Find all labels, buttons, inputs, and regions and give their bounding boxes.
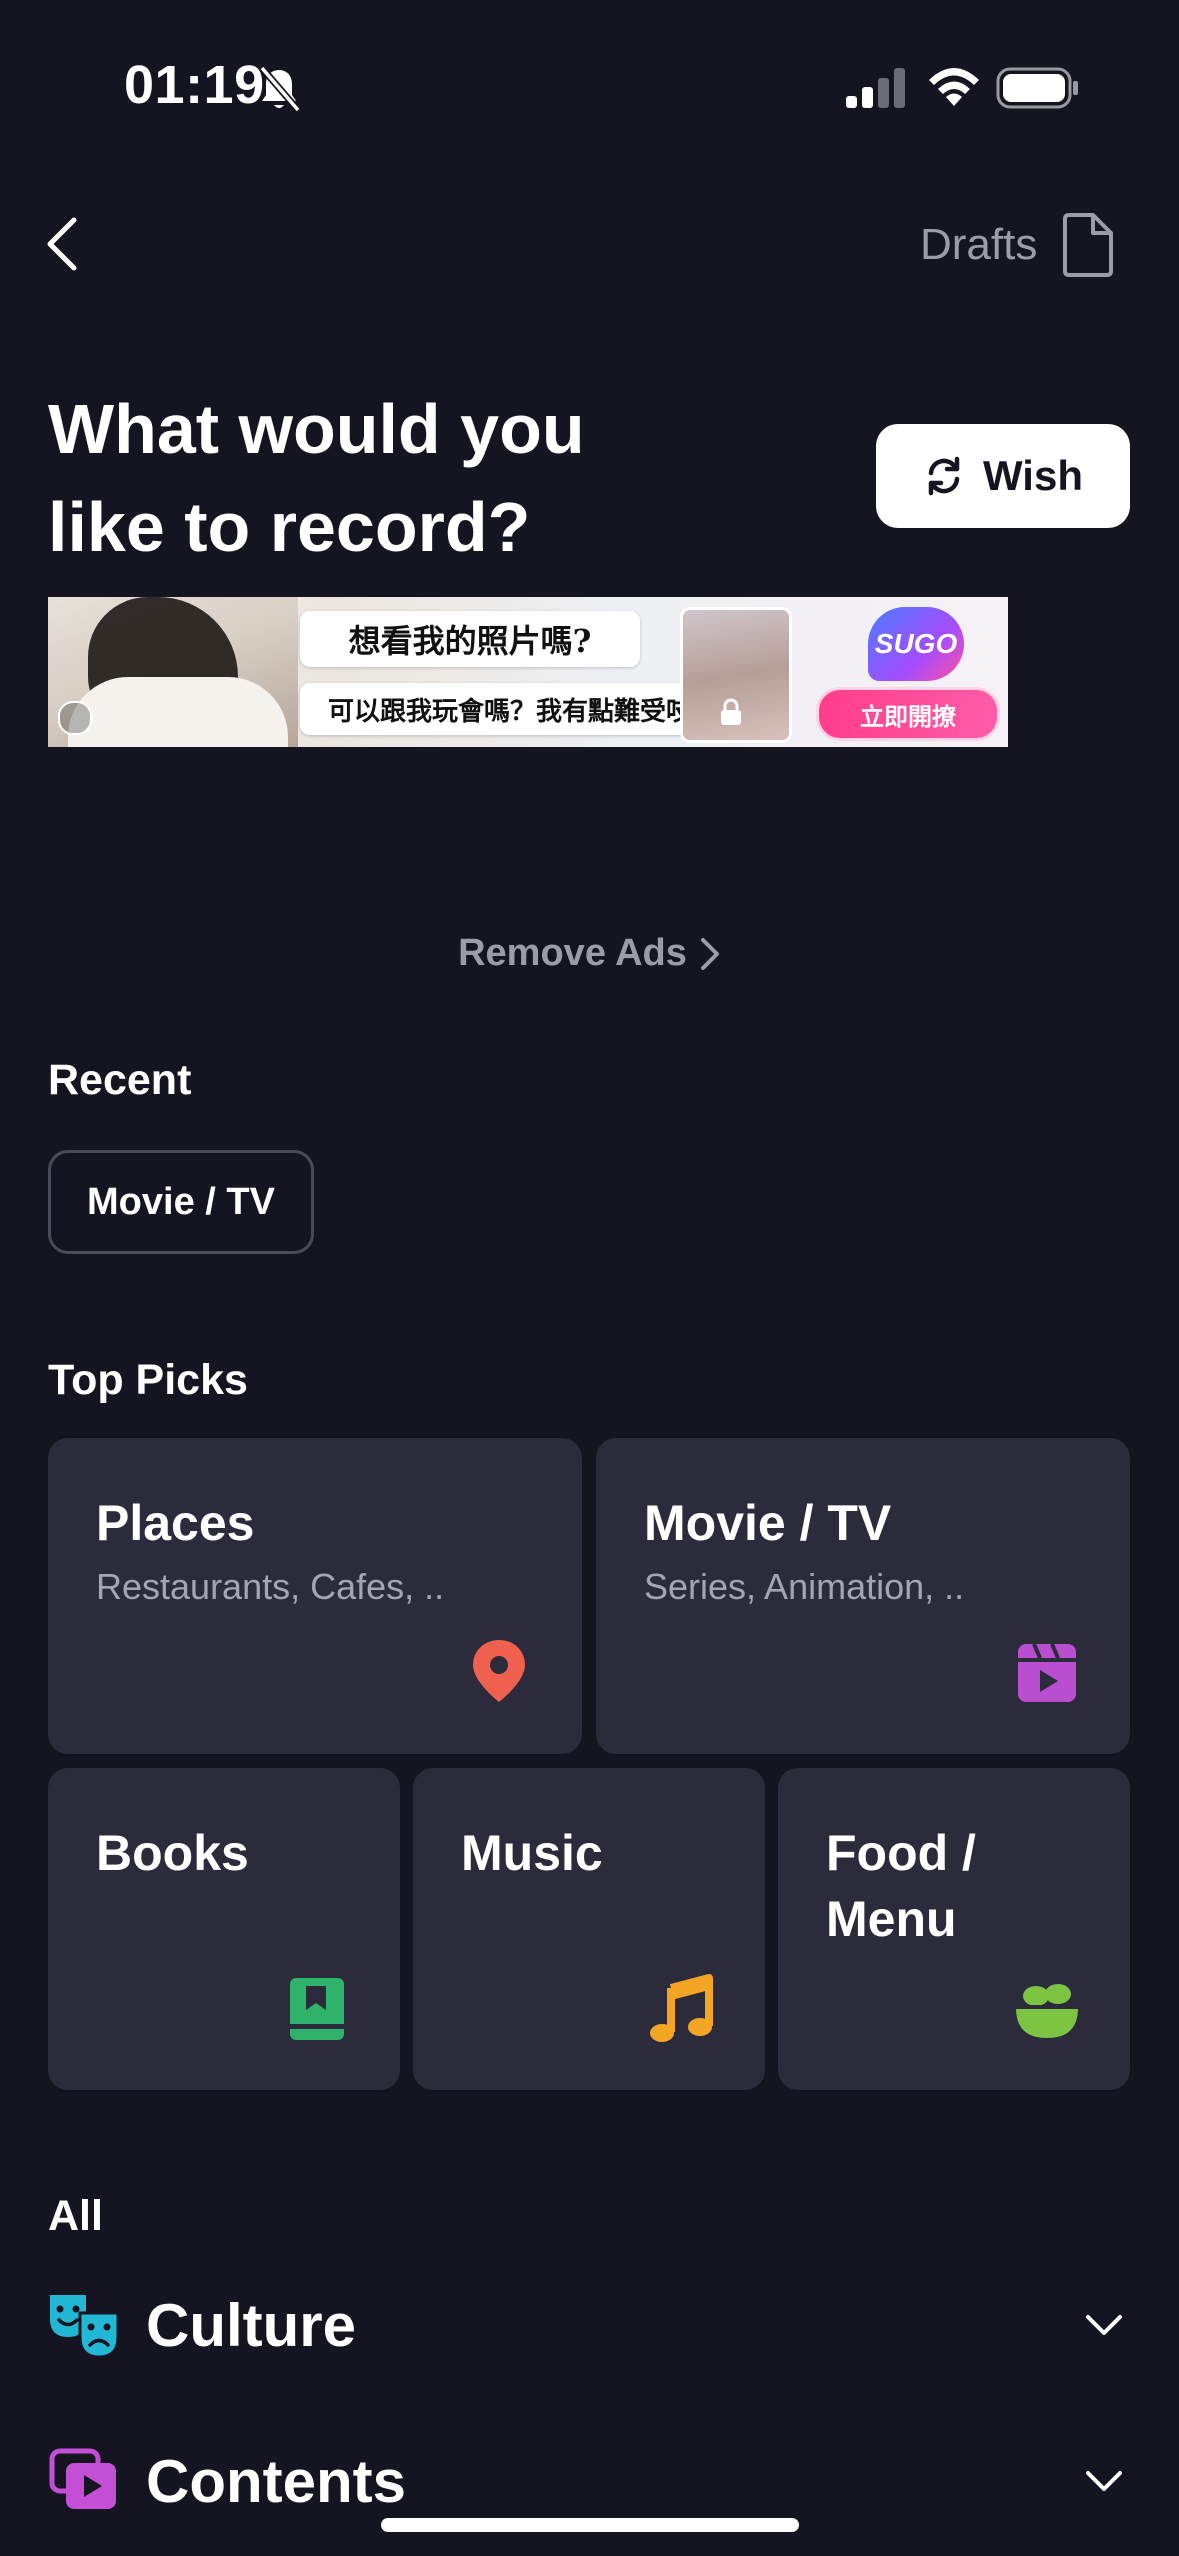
card-title-line-1: Food / [826,1825,976,1881]
card-title-line-2: Menu [826,1891,957,1947]
top-pick-books-card[interactable]: Books [48,1768,400,2090]
drafts-label: Drafts [920,220,1038,269]
book-icon [290,1978,344,2040]
wish-label: Wish [983,452,1083,499]
ad-text-bubble-2: 可以跟我玩會嗎？我有點難受吱 [300,683,720,735]
category-culture-row[interactable]: Culture [48,2280,1130,2370]
page-title-line-2: like to record? [48,488,531,566]
page-title-line-1: What would you [48,390,585,468]
page-title: What would you like to record? [48,380,808,576]
battery-icon [996,67,1078,109]
remove-ads-label: Remove Ads [458,932,687,974]
category-contents-row[interactable]: Contents [48,2436,1130,2526]
refresh-icon [928,456,960,496]
bell-muted-icon [259,65,301,113]
signal-icon [846,68,905,108]
card-title: Places [96,1495,255,1551]
wish-button[interactable]: Wish [876,424,1130,528]
top-pick-music-card[interactable]: Music [413,1768,765,2090]
chevron-down-icon[interactable] [1084,2313,1124,2337]
top-pick-food-menu-card[interactable]: Food / Menu [778,1768,1130,2090]
ad-text-bubble-1: 想看我的照片嗎? [300,611,640,667]
drafts-button[interactable]: Drafts [920,212,1115,278]
top-pick-places-card[interactable]: Places Restaurants, Cafes, .. [48,1438,582,1754]
media-stack-icon [49,2448,116,2509]
ad-info-badge[interactable] [58,701,92,735]
recent-heading: Recent [48,1056,192,1104]
ad-cta-button[interactable]: 立即開撩 [816,687,1000,741]
card-subtitle: Series, Animation, .. [644,1566,965,1607]
card-subtitle: Restaurants, Cafes, .. [96,1566,445,1607]
music-note-icon [650,1974,713,2042]
card-title: Movie / TV [644,1495,892,1551]
chevron-down-icon[interactable] [1084,2469,1124,2493]
theater-masks-icon [50,2295,120,2359]
recent-chip-movie-tv[interactable]: Movie / TV [48,1150,314,1254]
document-icon [1063,213,1114,277]
all-heading: All [48,2192,103,2240]
ad-brand-logo: SUGO [868,607,964,681]
top-picks-heading: Top Picks [48,1356,248,1404]
card-title: Music [461,1825,603,1881]
status-time: 01:19 [124,55,265,115]
salad-bowl-icon [1016,1984,1078,2038]
clapperboard-icon [1018,1643,1076,1702]
wifi-icon [929,68,979,106]
map-pin-icon [473,1640,525,1702]
chevron-right-icon [700,937,719,970]
home-indicator[interactable] [381,2518,799,2532]
back-chevron-icon[interactable] [40,212,84,276]
category-label: Culture [146,2291,356,2359]
category-label: Contents [146,2447,406,2515]
top-pick-movie-tv-card[interactable]: Movie / TV Series, Animation, .. [596,1438,1130,1754]
card-title: Food / Menu [826,1820,976,1952]
remove-ads-link[interactable]: Remove Ads [0,932,1179,975]
card-title: Books [96,1825,249,1881]
lock-icon [721,698,741,725]
ad-photo-figure-shirt [68,677,288,747]
ad-banner[interactable]: 想看我的照片嗎? 可以跟我玩會嗎？我有點難受吱 SUGO 立即開撩 [48,597,1008,747]
